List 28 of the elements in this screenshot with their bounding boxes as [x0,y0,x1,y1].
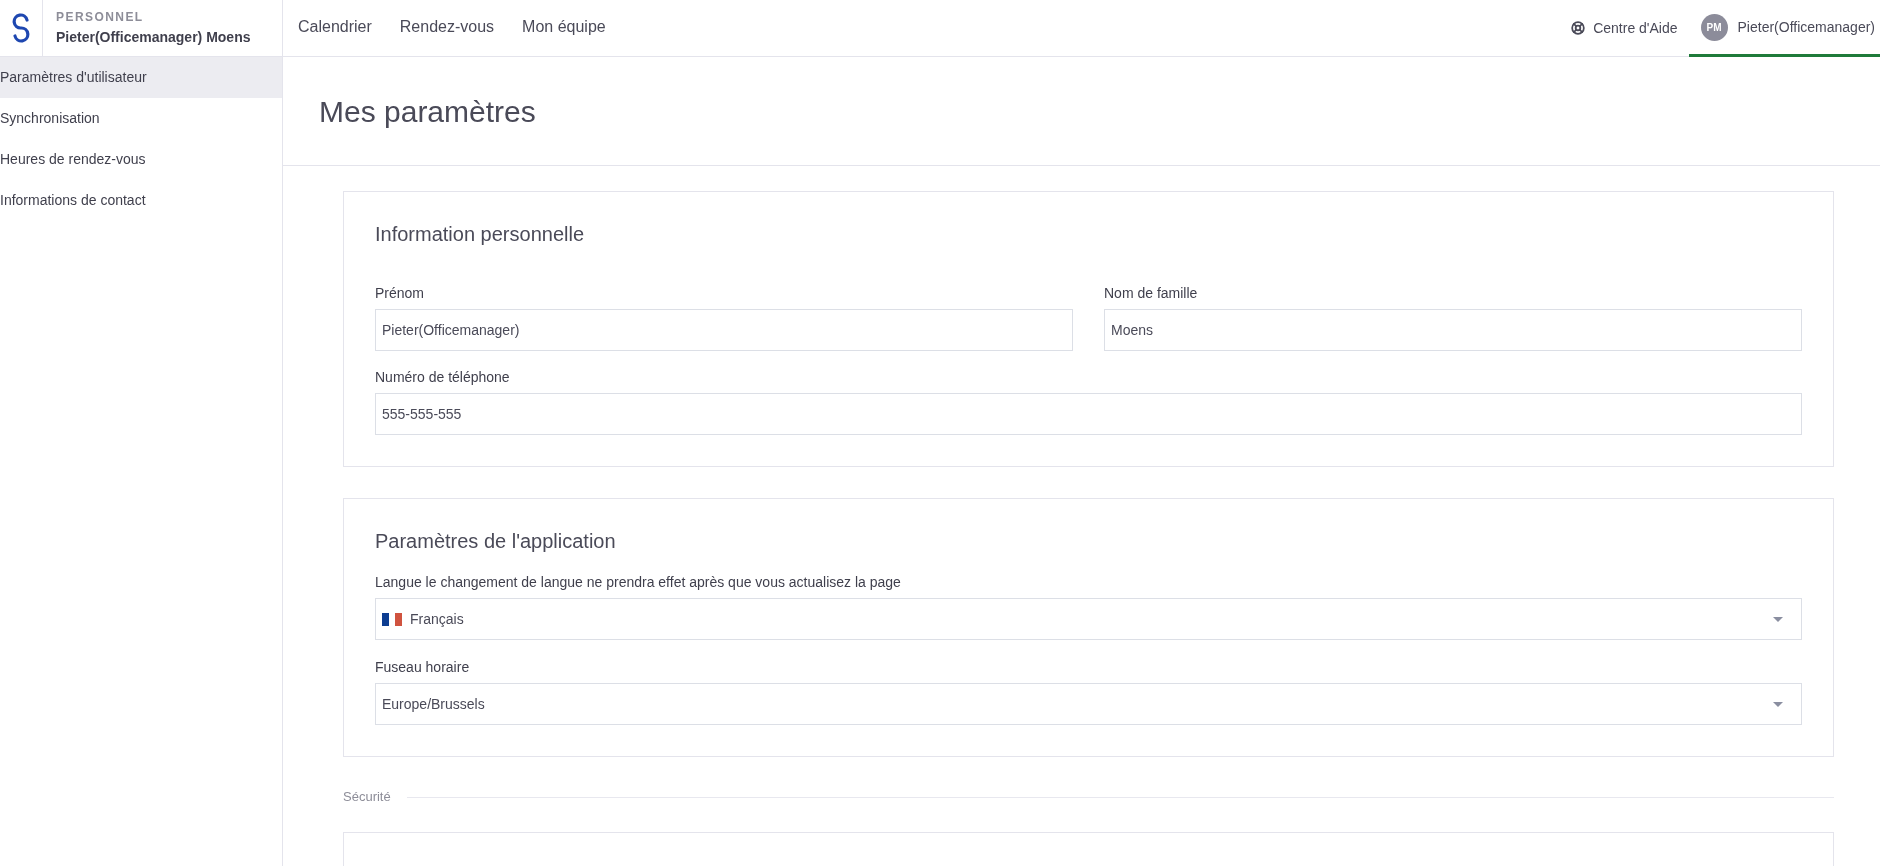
field-label: Nom de famille [1104,284,1199,302]
text-field[interactable]: Pieter(Officemanager) [375,309,1073,351]
page-title: Mes paramètres [319,93,536,130]
select-field[interactable]: Europe/Brussels [375,683,1802,725]
nav-tab[interactable]: Rendez-vous [385,0,509,57]
text-field[interactable]: 555-555-555 [375,393,1802,435]
lifebuoy-icon [1571,21,1586,35]
caret-icon [1773,701,1783,707]
section-label: PERSONNEL [56,10,145,24]
text-field[interactable]: Moens [1104,309,1802,351]
caret-icon [1773,616,1783,622]
card-title: Information personnelle [375,222,585,247]
nav-tab[interactable]: Mon équipe [508,0,620,57]
field-label: Fuseau horaire [375,658,471,676]
field-label: Prénom [375,284,426,302]
field-label: Langue le changement de langue ne prendra effet après que vous actualisez la page [375,573,902,591]
help-link[interactable]: Centre d'Aide [1560,0,1689,56]
select-field[interactable]: Français [375,598,1802,640]
flag-icon [382,612,402,626]
group-heading: Sécurité [343,789,391,805]
card-title: Paramètres de l'application [375,529,617,554]
sidebar-item[interactable]: Paramètres d'utilisateur [0,57,282,98]
user-name: Pieter(Officemanager) Moens [56,29,251,46]
user-avatar: PM [1700,13,1728,41]
account-menu[interactable]: PM Pieter(Officemanager) [1688,0,1880,57]
nav-tab[interactable]: Calendrier [284,0,386,57]
logo-icon [10,13,32,43]
field-label: Numéro de téléphone [375,368,511,386]
